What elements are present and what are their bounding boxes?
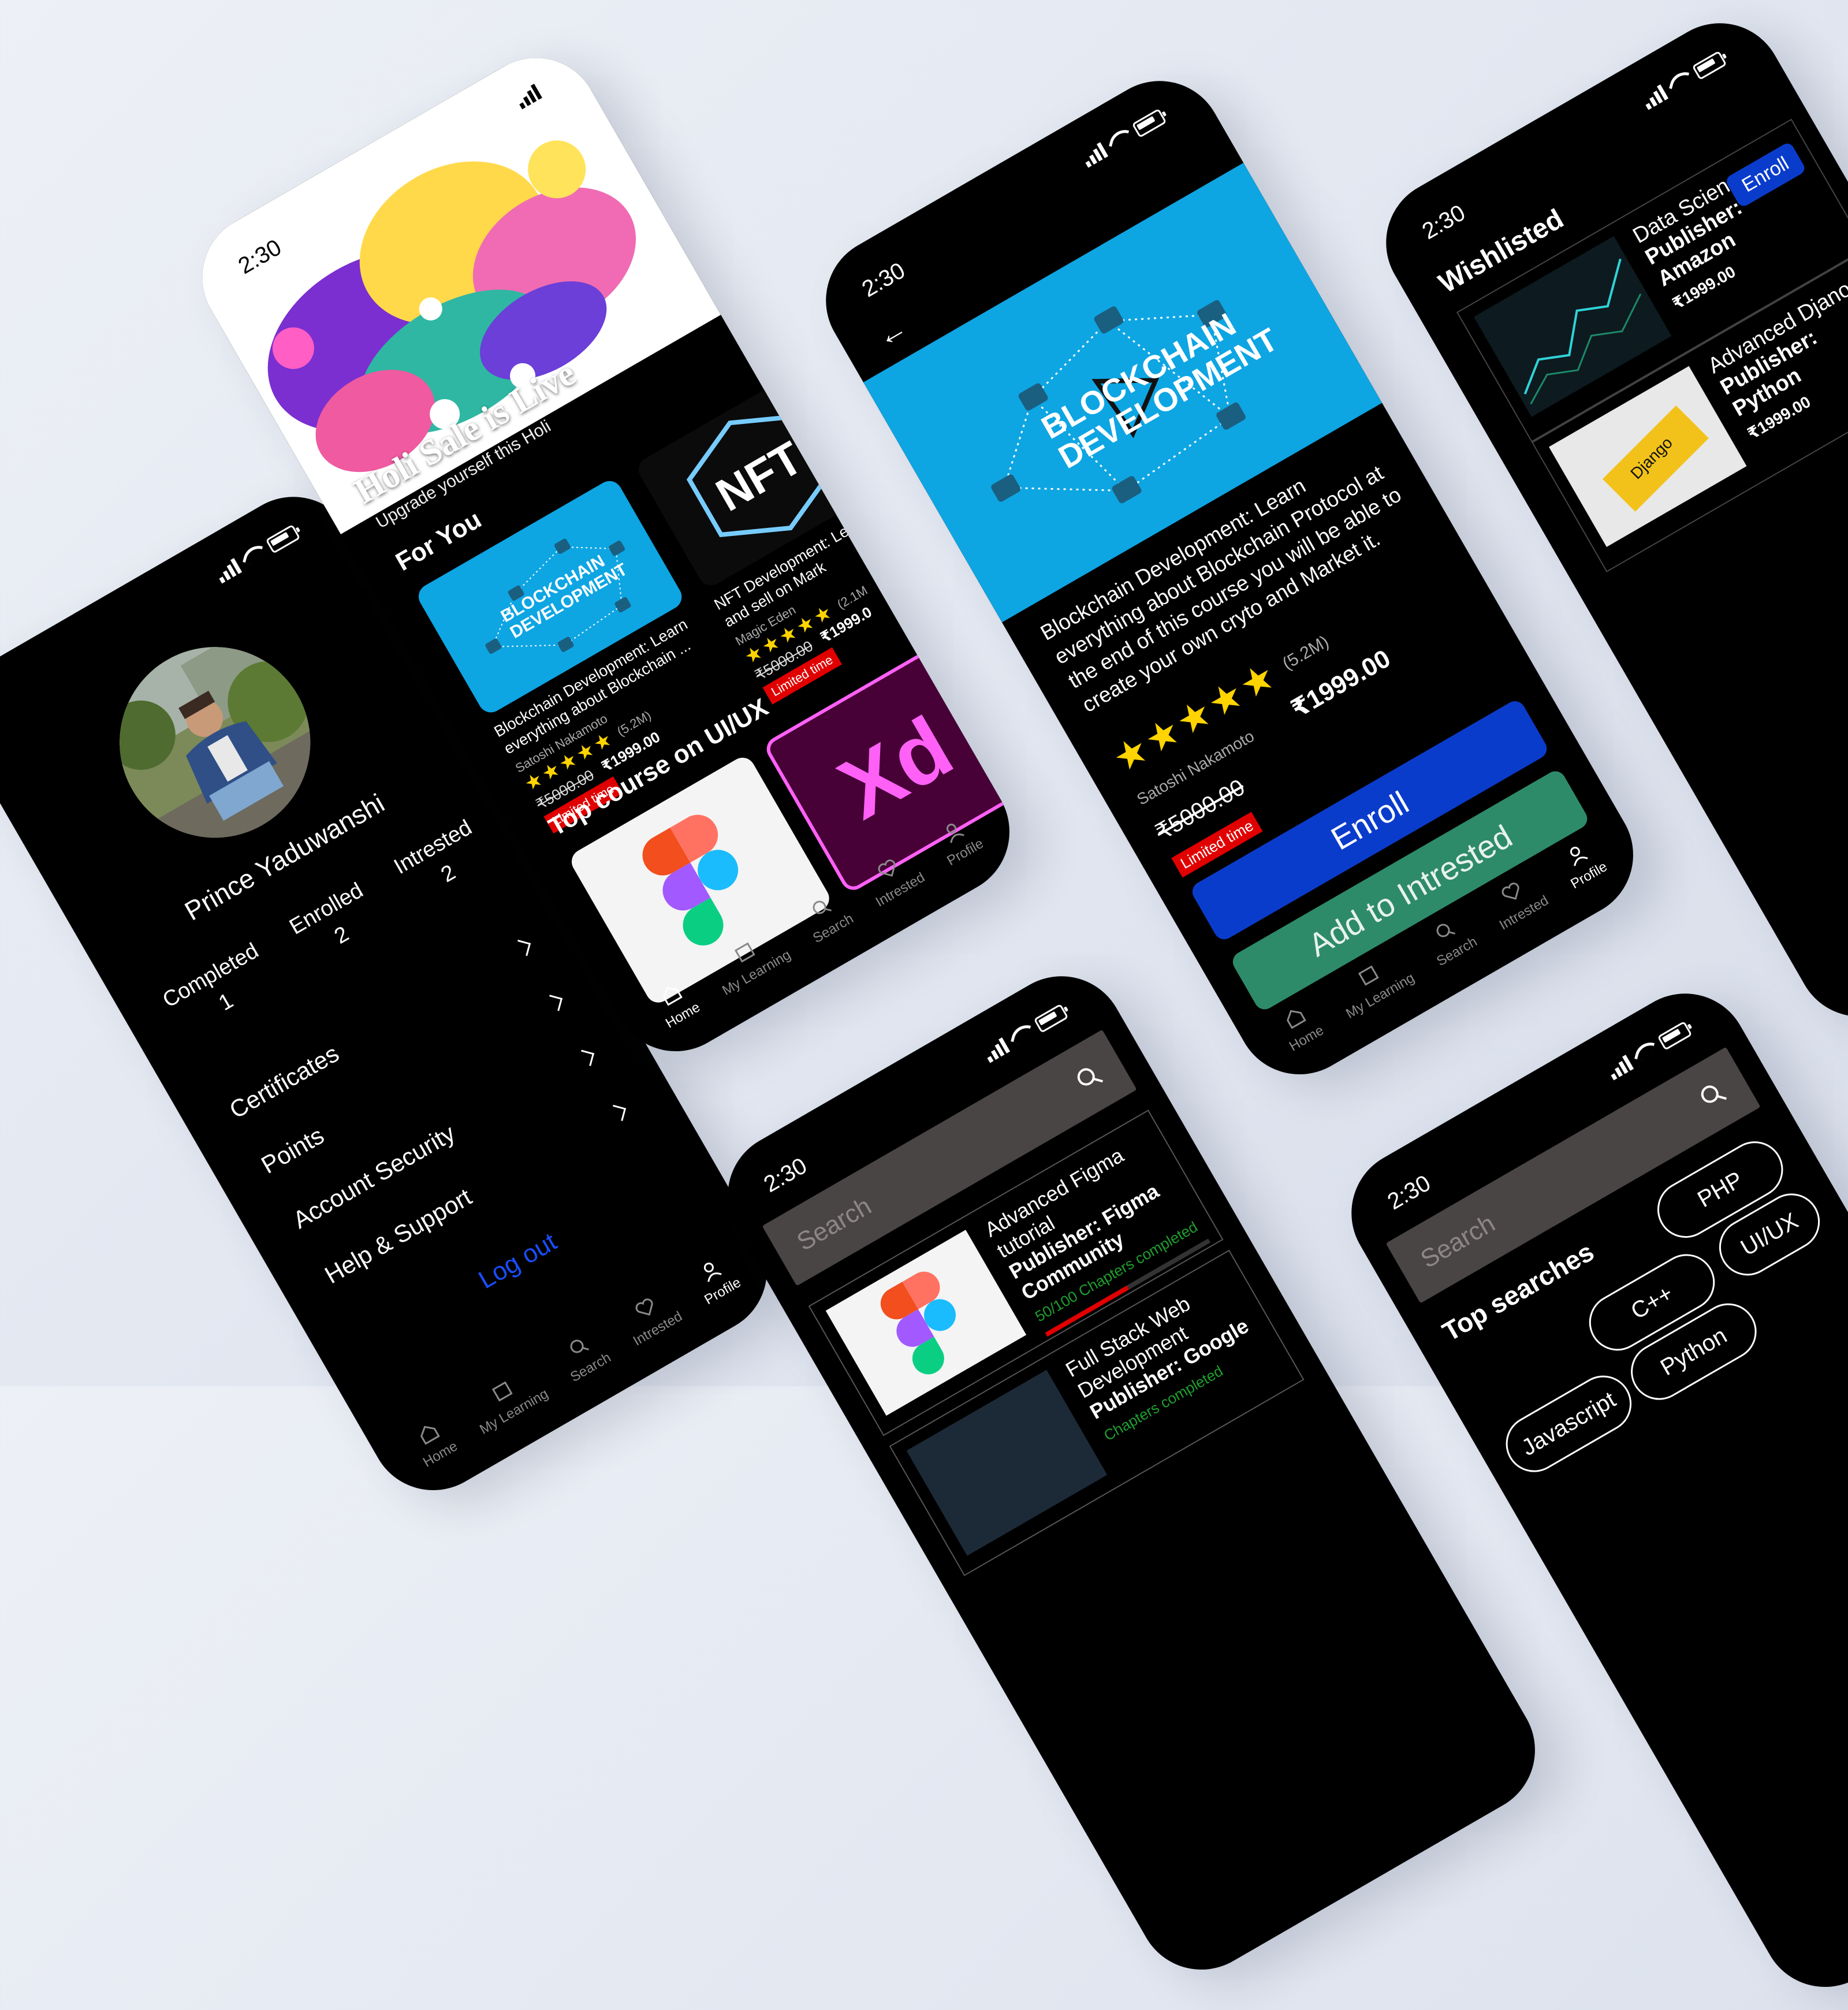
nav-my-learning[interactable]: My Learning	[464, 1363, 551, 1438]
my-learning-phone: 2:30 Search Advanced Figma tutorial Publ…	[705, 953, 1559, 1993]
battery-icon	[1033, 1003, 1069, 1033]
status-icons	[213, 523, 301, 584]
stat-completed[interactable]: Completed 1	[159, 939, 278, 1040]
battery-icon	[1657, 1021, 1693, 1051]
signal-icon	[1080, 142, 1109, 168]
nav-search[interactable]: Search	[1421, 911, 1480, 970]
nav-interested[interactable]: Intrested	[1484, 870, 1552, 934]
nav-home[interactable]: Home	[650, 976, 703, 1032]
nav-home[interactable]: Home	[407, 1415, 460, 1471]
nav-my-learning[interactable]: My Learning	[706, 924, 793, 999]
bottom-nav: Home My Learning Search Intrested Profil…	[361, 1209, 790, 1513]
status-time: 2:30	[1418, 200, 1470, 245]
search-icon	[570, 1339, 590, 1353]
signal-icon	[982, 1037, 1011, 1063]
nav-interested[interactable]: Intrested	[617, 1286, 685, 1350]
nav-search[interactable]: Search	[554, 1327, 614, 1386]
battery-icon	[1691, 50, 1727, 80]
book-icon	[734, 942, 755, 963]
nav-profile[interactable]: Profile	[688, 1252, 744, 1308]
user-icon	[947, 823, 964, 843]
stat-enrolled[interactable]: Enrolled 2	[285, 878, 383, 966]
back-arrow-icon[interactable]: ←	[870, 310, 914, 355]
home-icon	[662, 987, 683, 1006]
mockup-scene: Prince Yaduwanshi Completed 1 Enrolled 2 I…	[0, 0, 1848, 2010]
chevron-right-icon	[546, 995, 563, 1011]
wifi-icon	[243, 542, 263, 566]
status-time: 2:30	[1383, 1170, 1435, 1215]
chevron-right-icon	[514, 939, 531, 956]
status-icons	[1640, 49, 1727, 110]
course-thumbnail: BLOCKCHAIN DEVELOPMENT	[413, 476, 687, 717]
status-icons	[981, 1002, 1069, 1063]
search-icon	[1077, 1068, 1103, 1086]
heart-icon	[878, 859, 896, 877]
search-icon	[1701, 1085, 1727, 1103]
nav-my-learning[interactable]: My Learning	[1330, 947, 1417, 1022]
nav-interested[interactable]: Intrested	[860, 847, 928, 911]
nav-home[interactable]: Home	[1273, 999, 1327, 1055]
status-icons	[1079, 107, 1167, 168]
search-icon	[813, 900, 832, 914]
signal-icon	[1640, 84, 1669, 110]
figma-logo-icon	[880, 1271, 956, 1374]
menu-label: Certificates	[225, 1039, 344, 1124]
heart-icon	[1502, 883, 1519, 900]
chevron-right-icon	[578, 1049, 595, 1066]
stat-interested[interactable]: Intrested 2	[390, 816, 491, 906]
home-icon	[1286, 1010, 1306, 1029]
status-time: 2:30	[858, 258, 910, 303]
search-placeholder: Search	[792, 1192, 877, 1257]
heart-icon	[635, 1298, 653, 1316]
rating-count: (5.2M)	[1279, 631, 1332, 673]
battery-icon	[265, 524, 301, 554]
menu-label: Points	[256, 1121, 329, 1179]
wifi-icon	[1669, 69, 1690, 92]
book-icon	[1358, 965, 1379, 986]
status-time: 2:30	[759, 1153, 811, 1198]
search-placeholder: Search	[1415, 1209, 1500, 1274]
wifi-icon	[1109, 126, 1130, 150]
nav-profile[interactable]: Profile	[931, 813, 986, 869]
wifi-icon	[1011, 1022, 1031, 1045]
nav-search[interactable]: Search	[797, 888, 856, 947]
status-icons	[1605, 1019, 1693, 1081]
user-icon	[704, 1262, 722, 1282]
chevron-right-icon	[609, 1104, 627, 1121]
battery-icon	[1131, 108, 1167, 138]
book-icon	[491, 1381, 513, 1402]
signal-icon	[214, 558, 243, 584]
wifi-icon	[1634, 1039, 1655, 1063]
search-icon	[1436, 924, 1456, 937]
user-icon	[1570, 846, 1588, 866]
search-chip-javascript[interactable]: Javascript	[1495, 1365, 1642, 1483]
nav-profile[interactable]: Profile	[1555, 836, 1610, 892]
home-icon	[420, 1425, 440, 1445]
signal-icon	[1605, 1055, 1634, 1081]
